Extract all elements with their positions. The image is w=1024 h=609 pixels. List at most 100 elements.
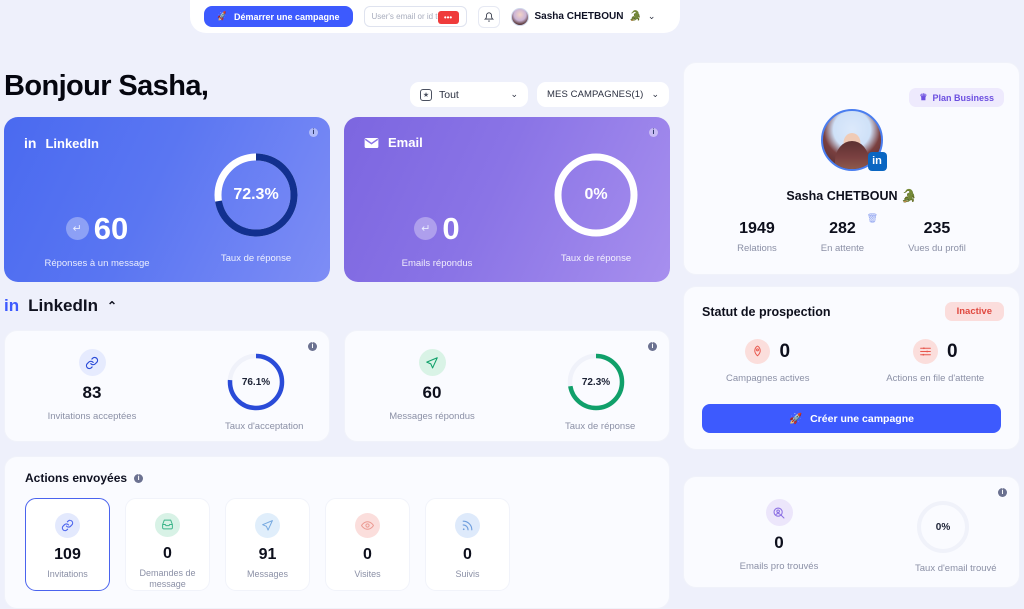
info-icon[interactable]: i [308,342,317,351]
messages-rate-label: Taux de réponse [565,421,636,432]
profile-stat-profile-views: 235 Vues du profil [908,220,966,254]
chevron-down-icon: ⌄ [651,89,660,99]
info-icon[interactable]: i [649,128,658,137]
profile-stat-relations: 1949 Relations [737,220,777,254]
trash-icon[interactable]: 🗑 [867,213,878,224]
avatar-hair [834,141,869,169]
link-icon [78,349,106,376]
info-icon[interactable]: i [134,473,144,483]
profile-name: Sasha CHETBOUN 🐊 [684,189,1019,204]
start-campaign-button[interactable]: 🚀 Démarrer une campagne [204,6,353,27]
prospection-status-card: Statut de prospection Inactive 0 Campagn… [683,286,1020,450]
profile-stats: 1949 Relations 🗑 282 En attente 235 Vues… [684,213,1019,254]
prospection-stat-queued-actions: 0 Actions en file d'attente [852,339,1020,384]
create-campaign-button[interactable]: 🚀 Créer une campagne [702,404,1001,433]
email-replies-label: Emails répondus [401,258,473,269]
impersonation-search-field[interactable]: ••• [363,6,467,27]
profile-stat-pending: 🗑 282 En attente [821,213,878,254]
avatar [510,7,529,26]
linkedin-channel-card: i in LinkedIn ↵ 60 Réponses à un message… [4,117,330,282]
linkedin-replies-label: Réponses à un message [44,258,150,269]
stat-value: 1949 [739,220,775,237]
send-icon [418,349,446,376]
prospection-stat-active-campaigns: 0 Campagnes actives [684,339,852,384]
invitations-value: 83 [82,383,102,402]
action-tile-label: Invitations [47,569,88,579]
email-replies-metric: ↵ 0 Emails répondus [362,213,512,269]
rocket-icon: 🚀 [789,413,803,425]
linkedin-section-header[interactable]: in LinkedIn ⌃ [4,296,117,316]
chevron-up-icon[interactable]: ⌃ [107,299,117,313]
linkedin-response-rate: 72.3% Taux de réponse [210,149,302,264]
notifications-button[interactable] [477,5,500,28]
chevron-down-icon: ⌄ [510,89,518,99]
campaigns-filter-dropdown[interactable]: MES CAMPAGNES(1) ⌄ [537,82,670,107]
top-header-bar: 🚀 Démarrer une campagne ••• Sasha CHETBO… [190,0,680,33]
eye-icon [355,513,380,538]
actions-sent-panel: Actions envoyées i 109 Invitations 0 Dem… [4,456,670,609]
linkedin-card-header: in LinkedIn [24,135,99,151]
dashboard-page: 🚀 Démarrer une campagne ••• Sasha CHETBO… [0,0,1024,609]
user-menu[interactable]: Sasha CHETBOUN 🐊 ⌄ [510,7,656,26]
bell-icon [483,11,494,22]
reply-icon: ↵ [65,217,89,240]
emails-found-label: Emails pro trouvés [739,561,819,572]
action-tile-follows[interactable]: 0 Suivis [425,498,510,591]
profile-avatar-wrap: in [820,109,887,171]
email-replies-value: 0 [442,211,460,246]
action-tile-label: Suivis [455,569,480,579]
email-response-rate: 0% Taux de réponse [550,149,642,264]
action-tile-invitations[interactable]: 109 Invitations [25,498,110,591]
acceptance-rate: 76.1% Taux d'acceptation [225,351,303,432]
stat-value: 0 [779,340,791,362]
envelope-icon [364,137,379,148]
stat-value: 0 [946,340,958,362]
stat-label: Vues du profil [908,243,966,254]
info-icon[interactable]: i [309,128,318,137]
stat-label: Relations [737,243,777,254]
profile-card: ♛ Plan Business in Sasha CHETBOUN 🐊 1949… [683,62,1020,275]
stat-value: 282 [829,220,856,237]
linkedin-icon: in [867,152,887,171]
redacted-overlay: ••• [437,11,459,24]
action-tile-value: 0 [163,544,172,562]
prospection-stats: 0 Campagnes actives 0 Actions en file d'… [684,339,1019,384]
plan-badge-label: Plan Business [932,92,994,103]
actions-sent-title: Actions envoyées [25,471,128,485]
email-found-rate: 0% Taux d'email trouvé [915,499,997,574]
queue-icon [912,339,938,364]
action-tile-messages[interactable]: 91 Messages [225,498,310,591]
linkedin-replies-value: 60 [93,211,129,246]
create-campaign-label: Créer une campagne [810,412,914,425]
page-title: Bonjour Sasha, [4,70,209,102]
prospection-title: Statut de prospection [702,305,831,319]
info-icon[interactable]: i [648,342,657,351]
linkedin-replies-metric: ↵ 60 Réponses à un message [22,213,172,269]
link-icon [55,513,80,538]
linkedin-icon: in [4,296,20,315]
plan-badge[interactable]: ♛ Plan Business [909,88,1004,107]
period-filter-label: Tout [439,88,459,101]
crocodile-emoji-icon: 🐊 [901,189,917,203]
stat-label: Actions en file d'attente [886,373,985,384]
chevron-down-icon: ⌄ [647,11,656,21]
action-tile-label: Demandes de message [139,567,196,589]
rss-icon [455,513,480,538]
profile-name-text: Sasha CHETBOUN [786,189,898,203]
email-channel-card: i Email ↵ 0 Emails répondus 0% Taux de r… [344,117,670,282]
rocket-icon [745,339,771,364]
messages-metric: 60 Messages répondus [365,349,499,422]
info-icon[interactable]: i [998,488,1007,497]
invitations-label: Invitations acceptées [47,411,137,422]
campaigns-filter-label: MES CAMPAGNES(1) [547,89,644,100]
filter-bar: ★ Tout ⌄ MES CAMPAGNES(1) ⌄ [410,82,670,107]
email-rate-label: Taux d'email trouvé [915,563,997,574]
messages-replied-card: i 60 Messages répondus 72.3% Taux de rép… [344,330,670,442]
action-tile-visits[interactable]: 0 Visites [325,498,410,591]
inbox-icon [155,513,180,537]
action-tile-message-requests[interactable]: 0 Demandes de message [125,498,210,591]
period-filter-dropdown[interactable]: ★ Tout ⌄ [410,82,528,107]
action-tile-label: Visites [354,569,381,579]
action-tile-value: 91 [258,546,277,563]
email-card-header: Email [364,135,423,150]
